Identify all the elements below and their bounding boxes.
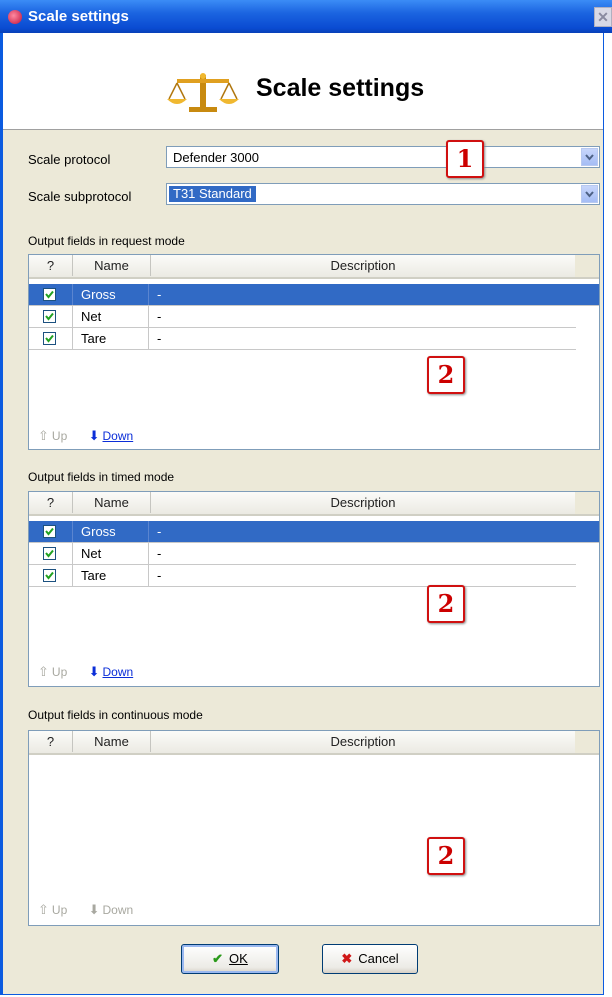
row-description: -: [157, 309, 162, 324]
arrow-up-icon: ⇧: [38, 428, 49, 443]
header-filler: [575, 492, 599, 514]
annotation-badge-1: 1: [446, 140, 484, 178]
request-mode-grid: ? Name Description Gross - Net - Tare -: [28, 254, 600, 450]
column-check[interactable]: ?: [29, 492, 73, 513]
row-description: -: [157, 524, 162, 539]
annotation-badge-2: 2: [427, 356, 465, 394]
column-check[interactable]: ?: [29, 255, 73, 276]
table-row[interactable]: Gross -: [29, 284, 599, 306]
cancel-x-icon: ✖: [341, 951, 353, 966]
column-name[interactable]: Name: [73, 492, 151, 513]
grid-header: ? Name Description: [29, 255, 599, 279]
scale-protocol-select[interactable]: Defender 3000: [166, 146, 600, 168]
row-name: Gross: [73, 521, 149, 542]
row-description: -: [157, 546, 162, 561]
continuous-move-buttons: ⇧ Up ⬇ Down: [38, 902, 133, 918]
arrow-up-icon: ⇧: [38, 664, 49, 679]
ok-button[interactable]: ✔ OK: [181, 944, 279, 974]
header-filler: [575, 731, 599, 753]
column-description[interactable]: Description: [151, 731, 576, 752]
column-check[interactable]: ?: [29, 731, 73, 752]
continuous-mode-title: Output fields in continuous mode: [28, 708, 203, 722]
request-move-buttons: ⇧ Up ⬇ Down: [38, 428, 133, 444]
scale-subprotocol-value: T31 Standard: [169, 186, 256, 202]
row-description: -: [157, 331, 162, 346]
column-name[interactable]: Name: [73, 255, 151, 276]
checkmark-icon: ✔: [212, 951, 224, 966]
annotation-badge-2: 2: [427, 837, 465, 875]
cancel-button[interactable]: ✖ Cancel: [322, 944, 418, 974]
timed-mode-grid: ? Name Description Gross - Net - Tare -: [28, 491, 600, 687]
grid-header: ? Name Description: [29, 492, 599, 516]
arrow-down-icon: ⬇: [88, 902, 100, 917]
down-button[interactable]: ⬇ Down: [88, 902, 134, 917]
table-row[interactable]: Net -: [29, 543, 576, 565]
row-name: Tare: [73, 328, 149, 349]
window-title: Scale settings: [28, 8, 129, 25]
arrow-down-icon: ⬇: [88, 428, 100, 443]
app-icon: [8, 10, 22, 24]
row-description: -: [157, 287, 162, 302]
row-name: Net: [73, 306, 149, 327]
row-name: Net: [73, 543, 149, 564]
table-row[interactable]: Net -: [29, 306, 576, 328]
table-row[interactable]: Tare -: [29, 565, 576, 587]
arrow-down-icon: ⬇: [88, 664, 100, 679]
down-button[interactable]: ⬇ Down: [88, 664, 134, 679]
table-row[interactable]: Tare -: [29, 328, 576, 350]
continuous-mode-grid: ? Name Description: [28, 730, 600, 926]
checkbox[interactable]: [43, 332, 56, 345]
up-button[interactable]: ⇧ Up: [38, 902, 67, 917]
scale-subprotocol-label: Scale subprotocol: [28, 189, 132, 204]
header-title: Scale settings: [256, 74, 425, 102]
checkbox[interactable]: [43, 310, 56, 323]
scale-subprotocol-select[interactable]: T31 Standard: [166, 183, 600, 205]
scale-protocol-value: Defender 3000: [173, 150, 260, 165]
up-button[interactable]: ⇧ Up: [38, 428, 67, 443]
dialog-header: Scale settings: [3, 33, 603, 130]
chevron-down-icon[interactable]: [581, 148, 598, 166]
scale-icon: [167, 73, 239, 112]
title-bar[interactable]: Scale settings ✕: [0, 0, 612, 33]
close-button[interactable]: ✕: [594, 7, 612, 27]
scale-protocol-label: Scale protocol: [28, 152, 111, 167]
grid-header: ? Name Description: [29, 731, 599, 755]
column-description[interactable]: Description: [151, 255, 576, 276]
checkbox[interactable]: [43, 547, 56, 560]
column-name[interactable]: Name: [73, 731, 151, 752]
row-description: -: [157, 568, 162, 583]
annotation-badge-2: 2: [427, 585, 465, 623]
table-row[interactable]: Gross -: [29, 521, 599, 543]
checkbox[interactable]: [43, 525, 56, 538]
timed-move-buttons: ⇧ Up ⬇ Down: [38, 664, 133, 680]
checkbox[interactable]: [43, 569, 56, 582]
down-button[interactable]: ⬇ Down: [88, 428, 134, 443]
header-filler: [575, 255, 599, 277]
up-button[interactable]: ⇧ Up: [38, 664, 67, 679]
request-mode-title: Output fields in request mode: [28, 234, 185, 248]
arrow-up-icon: ⇧: [38, 902, 49, 917]
row-name: Gross: [73, 284, 149, 305]
checkbox[interactable]: [43, 288, 56, 301]
chevron-down-icon[interactable]: [581, 185, 598, 203]
row-name: Tare: [73, 565, 149, 586]
column-description[interactable]: Description: [151, 492, 576, 513]
timed-mode-title: Output fields in timed mode: [28, 470, 175, 484]
